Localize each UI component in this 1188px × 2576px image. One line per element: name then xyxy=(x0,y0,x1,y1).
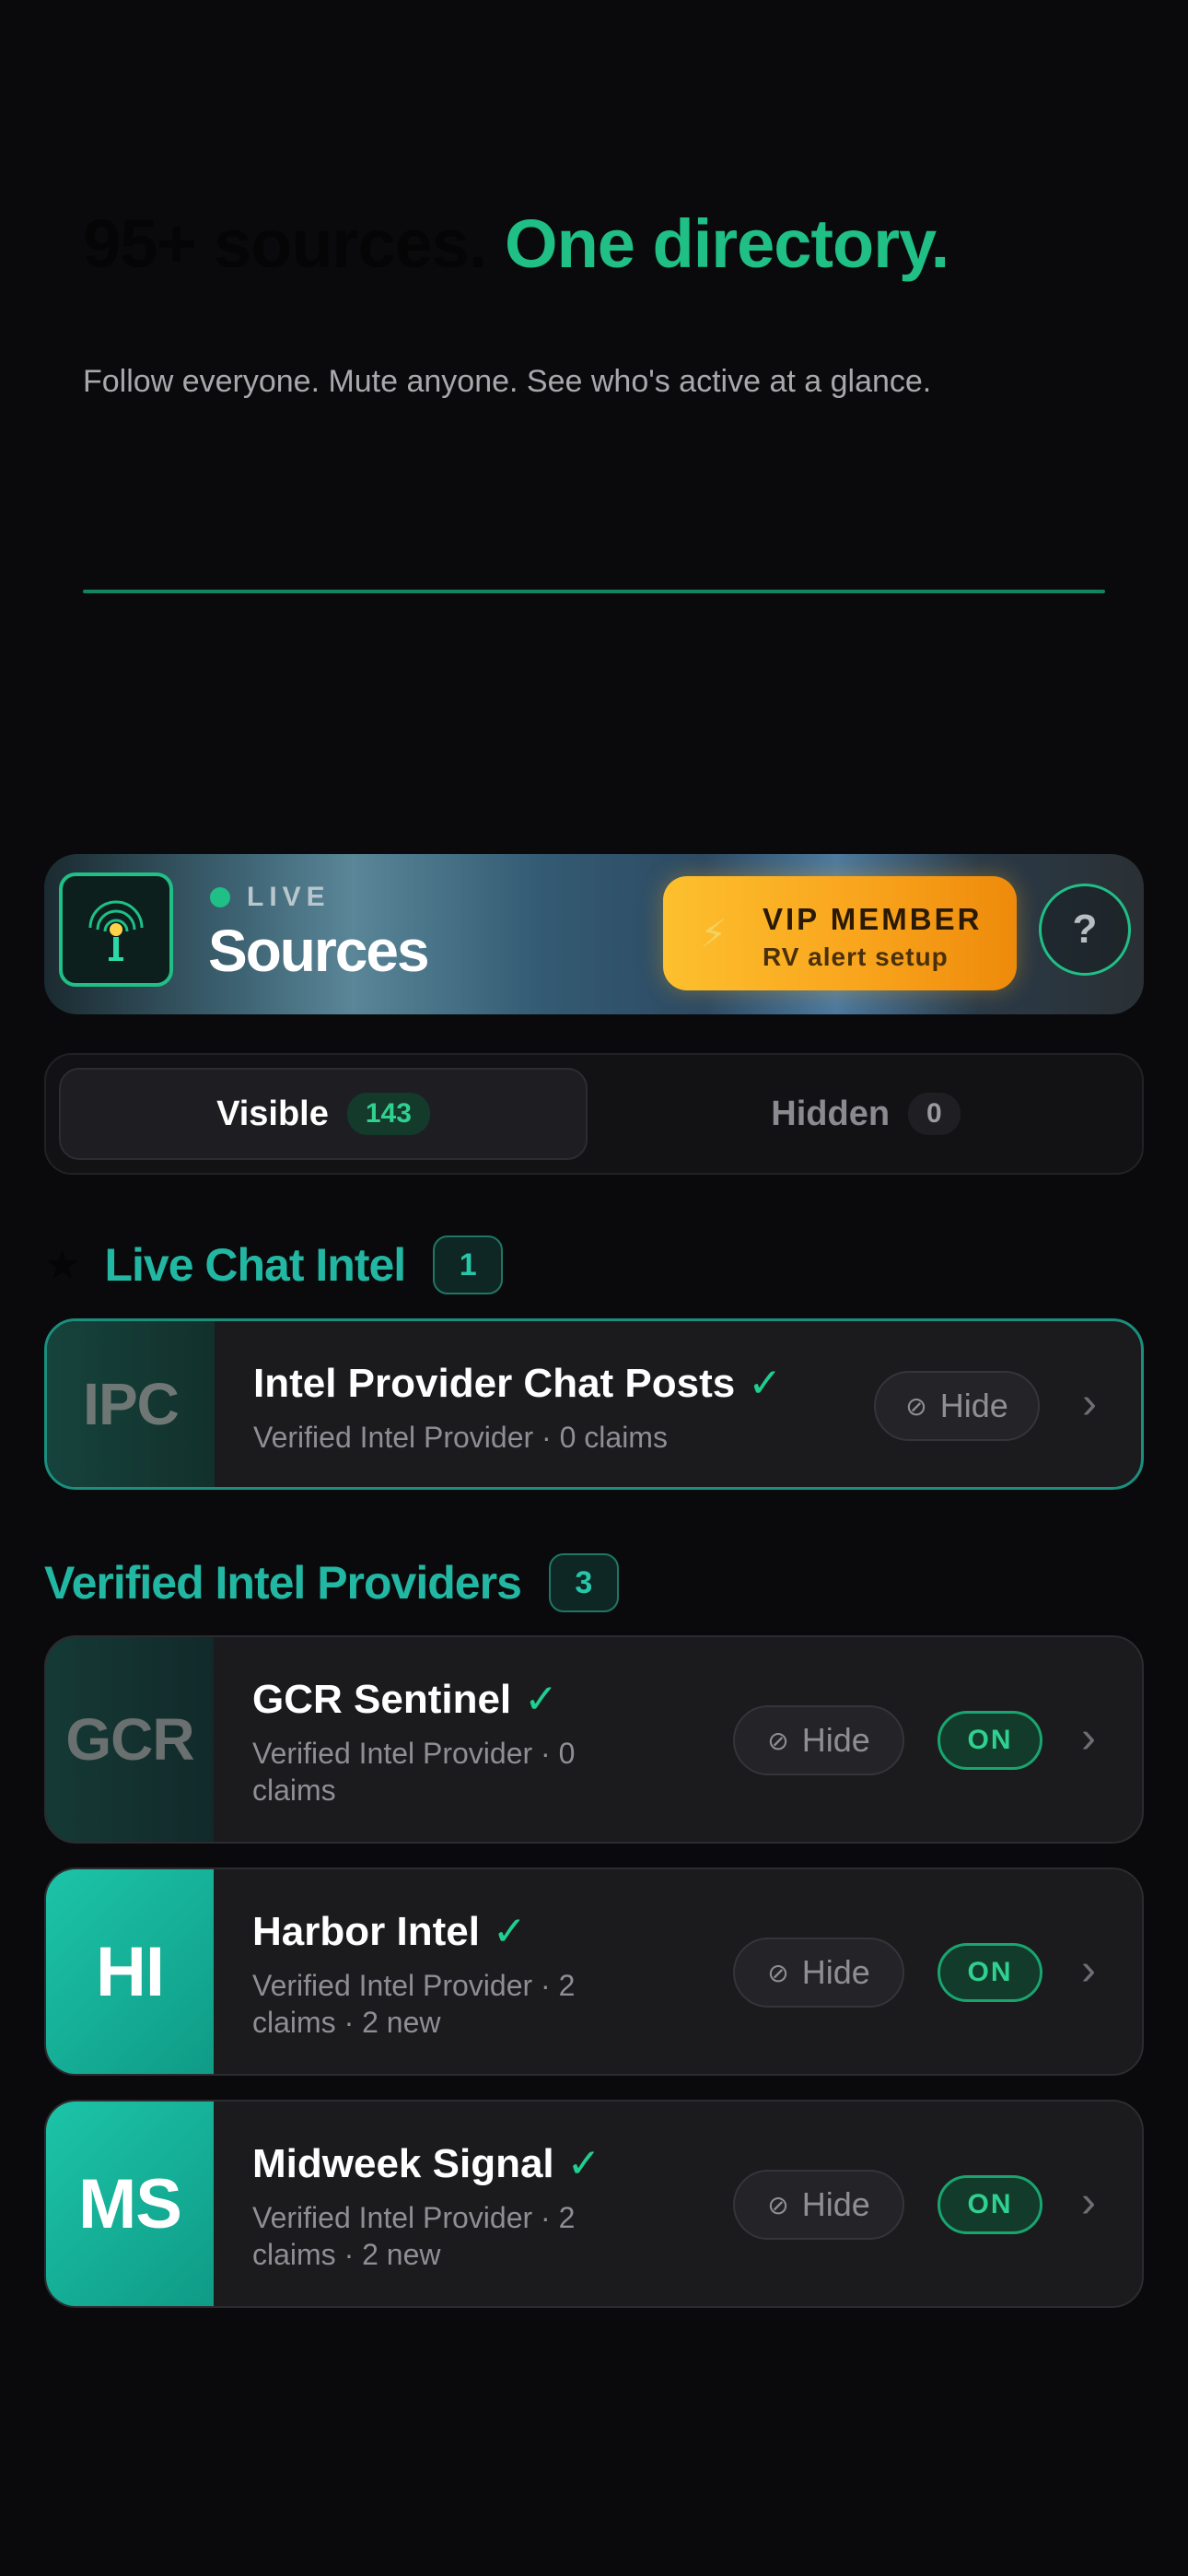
verified-check-icon: ✓ xyxy=(492,1909,527,1954)
sources-header-banner: LIVE Sources ⚡ VIP MEMBER RV alert setup… xyxy=(44,854,1144,1014)
lighthouse-logo-icon xyxy=(59,872,173,987)
source-meta: Verified Intel Provider · 2 claims · 2 n… xyxy=(252,2199,575,2273)
hero-divider xyxy=(83,590,1105,593)
hide-button[interactable]: ⊘ Hide xyxy=(733,1938,904,2008)
avatar: MS xyxy=(46,2102,214,2306)
source-name: GCR Sentinel ✓ xyxy=(252,1676,558,1723)
hero-title-accent: One directory. xyxy=(505,205,949,282)
visibility-tabs: Visible 143 Hidden 0 xyxy=(44,1053,1144,1175)
tab-visible[interactable]: Visible 143 xyxy=(59,1068,588,1160)
vip-member-button[interactable]: ⚡ VIP MEMBER RV alert setup xyxy=(663,876,1017,990)
source-meta-line1: Verified Intel Provider · 2 xyxy=(252,1969,576,2002)
vip-title: VIP MEMBER xyxy=(763,902,983,936)
source-meta: Verified Intel Provider · 0 claims xyxy=(252,1735,575,1809)
hide-label: Hide xyxy=(801,2185,870,2223)
section-header-live-chat: ★ Live Chat Intel 1 xyxy=(44,1235,504,1294)
source-card-ipc[interactable]: IPC Intel Provider Chat Posts ✓ Verified … xyxy=(44,1318,1144,1490)
tab-visible-label: Visible xyxy=(216,1094,329,1133)
section-title: Live Chat Intel xyxy=(104,1239,406,1291)
block-icon: ⊘ xyxy=(905,1391,927,1421)
hide-button[interactable]: ⊘ Hide xyxy=(874,1371,1040,1441)
source-name-text: Midweek Signal xyxy=(252,2141,554,2186)
source-name-text: Intel Provider Chat Posts xyxy=(253,1361,736,1406)
verified-check-icon: ✓ xyxy=(748,1361,783,1406)
source-meta: Verified Intel Provider · 0 claims xyxy=(253,1421,668,1454)
source-name: Intel Provider Chat Posts ✓ xyxy=(253,1360,782,1407)
tab-hidden[interactable]: Hidden 0 xyxy=(599,1068,1133,1160)
live-label: LIVE xyxy=(247,882,331,912)
chevron-right-icon[interactable]: › xyxy=(1081,1945,1096,1996)
source-meta-line1: Verified Intel Provider · 2 xyxy=(252,2201,576,2234)
hide-label: Hide xyxy=(801,1953,870,1991)
verified-check-icon: ✓ xyxy=(524,1677,559,1722)
block-icon: ⊘ xyxy=(767,1958,789,1987)
source-meta-line2: claims xyxy=(252,1774,336,1807)
chevron-right-icon[interactable]: › xyxy=(1081,1713,1096,1763)
hero-title: 95+ sources. One directory. xyxy=(83,205,949,283)
source-name: Harbor Intel ✓ xyxy=(252,1908,527,1955)
chevron-right-icon[interactable]: › xyxy=(1081,2177,1096,2228)
hide-button[interactable]: ⊘ Hide xyxy=(733,1705,904,1775)
section-count: 1 xyxy=(433,1235,504,1294)
section-count: 3 xyxy=(548,1553,619,1612)
page-title: Sources xyxy=(208,918,430,984)
chevron-right-icon[interactable]: › xyxy=(1082,1378,1097,1429)
source-meta: Verified Intel Provider · 2 claims · 2 n… xyxy=(252,1967,575,2041)
section-title: Verified Intel Providers xyxy=(44,1557,522,1609)
help-button[interactable]: ? xyxy=(1039,884,1131,976)
source-name: Midweek Signal ✓ xyxy=(252,2140,601,2187)
star-icon: ★ xyxy=(44,1242,81,1288)
status-toggle[interactable]: ON xyxy=(938,1711,1042,1770)
block-icon: ⊘ xyxy=(767,1726,789,1755)
hide-button[interactable]: ⊘ Hide xyxy=(733,2170,904,2240)
source-meta-line2: claims · 2 new xyxy=(252,2238,441,2271)
live-indicator: LIVE xyxy=(210,882,331,913)
block-icon: ⊘ xyxy=(767,2190,789,2219)
tab-hidden-label: Hidden xyxy=(771,1094,891,1133)
status-toggle[interactable]: ON xyxy=(938,2175,1042,2234)
source-card-harbor[interactable]: HI Harbor Intel ✓ Verified Intel Provider… xyxy=(44,1868,1144,2076)
avatar: GCR xyxy=(46,1637,214,1842)
source-card-gcr[interactable]: GCR GCR Sentinel ✓ Verified Intel Provide… xyxy=(44,1635,1144,1844)
lightning-icon: ⚡ xyxy=(700,912,728,955)
hide-label: Hide xyxy=(939,1387,1008,1424)
avatar: IPC xyxy=(47,1321,215,1487)
source-meta-line2: claims · 2 new xyxy=(252,2006,441,2039)
tab-hidden-count: 0 xyxy=(908,1093,961,1135)
vip-subtitle: RV alert setup xyxy=(763,943,949,971)
hero-title-muted: 95+ sources. xyxy=(83,205,487,282)
source-name-text: GCR Sentinel xyxy=(252,1677,512,1722)
live-dot-icon xyxy=(210,887,230,907)
source-meta-line1: Verified Intel Provider · 0 xyxy=(252,1737,576,1770)
avatar: HI xyxy=(46,1869,214,2074)
source-name-text: Harbor Intel xyxy=(252,1909,480,1954)
status-toggle[interactable]: ON xyxy=(938,1943,1042,2002)
sources-screen: 95+ sources. One directory. Follow every… xyxy=(0,0,1188,2576)
hide-label: Hide xyxy=(801,1721,870,1759)
hero-subtitle: Follow everyone. Mute anyone. See who's … xyxy=(83,364,932,399)
verified-check-icon: ✓ xyxy=(566,2141,601,2186)
section-header-verified-providers: Verified Intel Providers 3 xyxy=(44,1553,619,1612)
tab-visible-count: 143 xyxy=(346,1093,430,1135)
source-card-midweek[interactable]: MS Midweek Signal ✓ Verified Intel Provid… xyxy=(44,2100,1144,2308)
